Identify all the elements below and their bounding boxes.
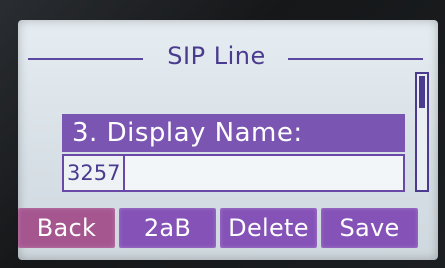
back-softkey[interactable]: Back — [18, 208, 115, 248]
scroll-thumb[interactable] — [419, 76, 425, 108]
delete-softkey[interactable]: Delete — [220, 208, 317, 248]
save-softkey[interactable]: Save — [321, 208, 418, 248]
softkey-bar: Back 2aB Delete Save — [18, 208, 418, 248]
display-name-label[interactable]: 3. Display Name: — [62, 114, 405, 152]
screen-header: SIP Line — [28, 38, 423, 74]
input-mode-softkey[interactable]: 2aB — [119, 208, 216, 248]
display-name-input[interactable]: 3257 — [62, 154, 405, 192]
title-divider-left — [28, 58, 143, 60]
scrollbar[interactable] — [415, 72, 429, 192]
screen-title: SIP Line — [167, 42, 266, 70]
title-divider-right — [288, 58, 423, 60]
display-name-value: 3257 — [64, 156, 126, 190]
